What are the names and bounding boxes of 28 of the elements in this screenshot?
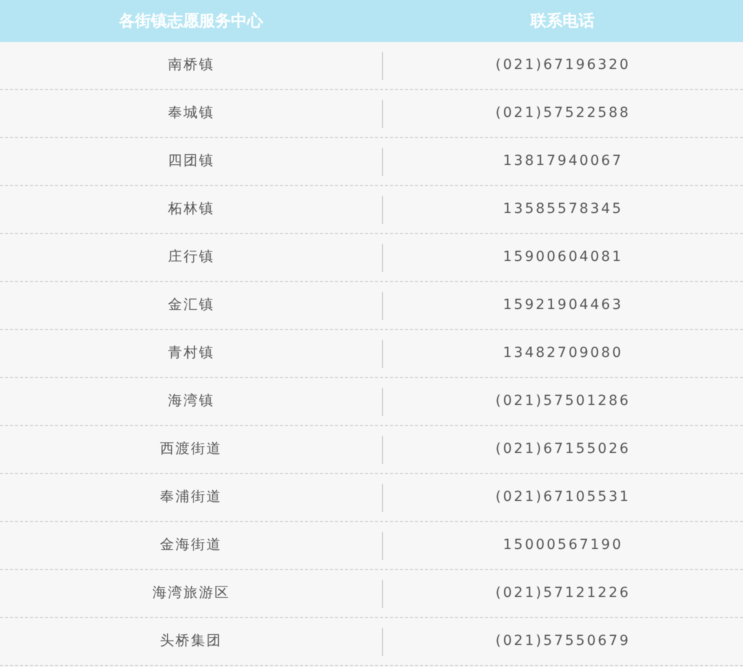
- table-cell-text: 海湾镇: [168, 392, 214, 411]
- table-cell-text: 庄行镇: [168, 248, 214, 267]
- table-cell-text: 南桥镇: [168, 56, 214, 75]
- table-cell-text: 奉城镇: [168, 104, 214, 123]
- table-cell-text: 15900604081: [503, 248, 623, 267]
- table-cell-text: (021)57550679: [496, 632, 630, 651]
- column-header: 各街镇志愿服务中心: [119, 10, 263, 32]
- table-cell-text: 头桥集团: [160, 632, 222, 651]
- table-cell-text: (021)67155026: [496, 440, 630, 459]
- table-cell-text: 青村镇: [168, 344, 214, 363]
- table-cell-text: 海湾旅游区: [152, 584, 230, 603]
- table-cell-text: 金汇镇: [168, 296, 214, 315]
- table-cell-text: 奉浦街道: [160, 488, 222, 507]
- table-cell-text: 柘林镇: [168, 200, 214, 219]
- table-cell-text: (021)57501286: [496, 392, 630, 411]
- table-cell-text: 13482709080: [503, 344, 623, 363]
- table-cell-text: 15000567190: [503, 536, 623, 555]
- table-cell-text: (021)67196320: [496, 56, 630, 75]
- table-cell-text: 四团镇: [168, 152, 214, 171]
- column-header: 联系电话: [530, 10, 594, 32]
- table-cell-text: 15921904463: [503, 296, 623, 315]
- table-cell-text: (021)67105531: [496, 488, 630, 507]
- table-cell-text: 13585578345: [503, 200, 623, 219]
- table-cell-text: 金海街道: [160, 536, 222, 555]
- table-cell-text: 13817940067: [503, 152, 623, 171]
- table-cell-text: (021)57121226: [496, 584, 630, 603]
- table-cell-text: (021)57522588: [496, 104, 630, 123]
- table-cell-text: 西渡街道: [160, 440, 222, 459]
